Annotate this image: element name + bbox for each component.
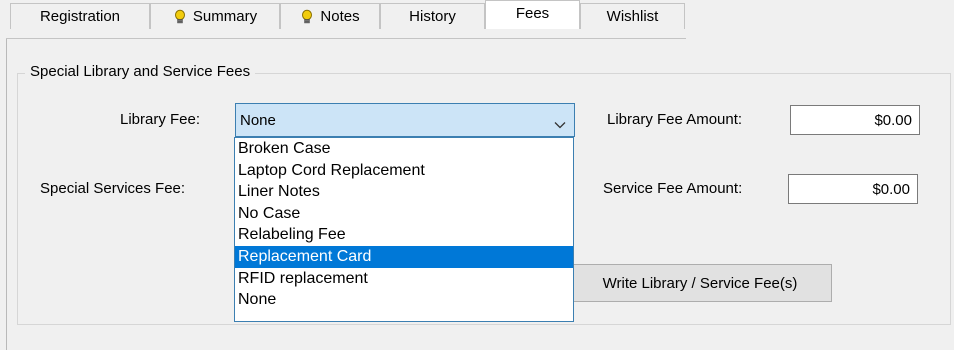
- dropdown-option-replacement-card[interactable]: Replacement Card: [235, 245, 573, 268]
- dropdown-option-rfid-replacement[interactable]: RFID replacement: [235, 268, 573, 290]
- tab-label: Summary: [192, 8, 258, 25]
- tab-history[interactable]: History: [380, 3, 485, 29]
- dropdown-option-none[interactable]: None: [235, 289, 573, 311]
- library-fee-combobox[interactable]: None: [235, 103, 575, 137]
- chevron-down-icon[interactable]: [554, 116, 566, 133]
- special-services-fee-label: Special Services Fee:: [40, 180, 186, 197]
- dropdown-option-broken-case[interactable]: Broken Case: [235, 138, 573, 160]
- tab-label: Registration: [39, 8, 121, 25]
- service-fee-amount-label: Service Fee Amount:: [603, 180, 743, 197]
- dropdown-option-relabeling-fee[interactable]: Relabeling Fee: [235, 224, 573, 246]
- dropdown-option-laptop-cord-replacement[interactable]: Laptop Cord Replacement: [235, 160, 573, 182]
- library-fee-amount-label: Library Fee Amount:: [607, 111, 743, 128]
- lightbulb-icon: [300, 9, 314, 25]
- write-fees-button[interactable]: Write Library / Service Fee(s): [568, 264, 832, 302]
- tab-strip-baseline: [6, 38, 686, 39]
- tab-wishlist[interactable]: Wishlist: [580, 3, 685, 29]
- dropdown-option-no-case[interactable]: No Case: [235, 203, 573, 225]
- tab-label: Fees: [515, 5, 550, 22]
- tab-label: Wishlist: [606, 8, 659, 25]
- tab-summary[interactable]: Summary: [150, 3, 280, 29]
- pane-left-border: [6, 38, 7, 350]
- tab-notes[interactable]: Notes: [280, 3, 380, 29]
- tab-registration[interactable]: Registration: [10, 3, 150, 29]
- library-fee-dropdown-list[interactable]: Broken Case Laptop Cord Replacement Line…: [234, 137, 574, 322]
- library-fee-value: None: [240, 111, 276, 129]
- library-fee-label: Library Fee:: [120, 111, 201, 128]
- lightbulb-icon: [173, 9, 187, 25]
- tab-label: History: [409, 8, 456, 25]
- library-fee-amount-field[interactable]: $0.00: [790, 105, 920, 135]
- service-fee-amount-field[interactable]: $0.00: [788, 174, 918, 204]
- tab-label: Notes: [320, 8, 360, 25]
- group-title: Special Library and Service Fees: [25, 63, 256, 80]
- dropdown-option-liner-notes[interactable]: Liner Notes: [235, 181, 573, 203]
- tab-fees[interactable]: Fees: [485, 0, 580, 29]
